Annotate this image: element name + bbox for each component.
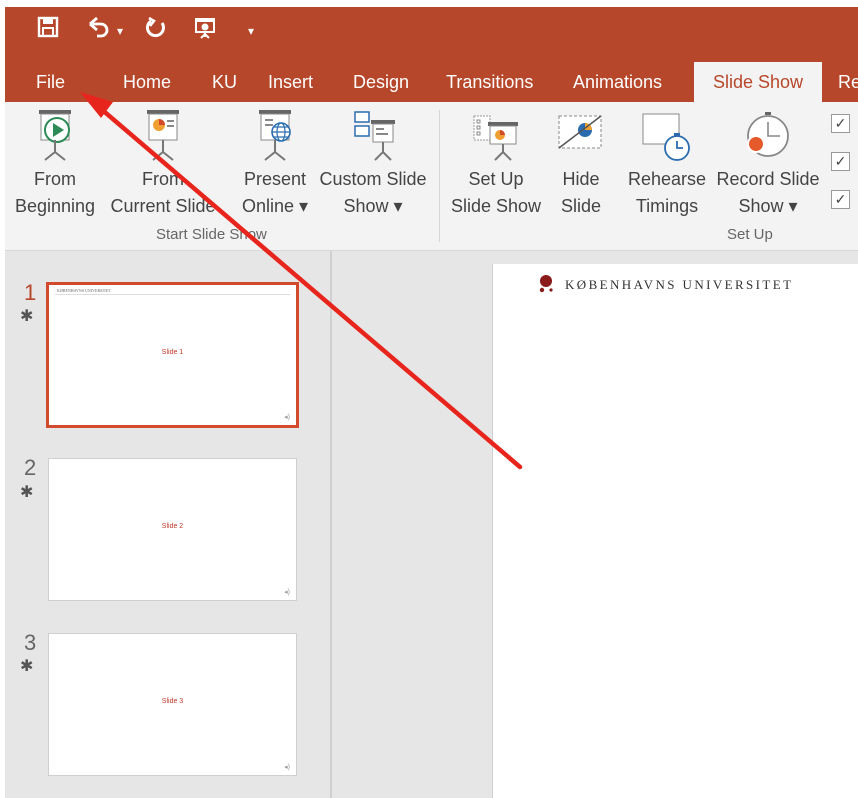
record-line1: Record Slide — [716, 169, 820, 189]
slide-thumbnail-1[interactable]: KØBENHAVNS UNIVERSITET Slide 1 ◂) — [46, 282, 299, 428]
hide-slide-line1: Hide — [562, 169, 600, 189]
slide-canvas[interactable] — [492, 264, 858, 798]
ku-seal-logo — [539, 275, 553, 293]
slide-thumbnail-2[interactable]: Slide 2 ◂) — [48, 458, 297, 601]
rehearse-line1: Rehearse — [627, 169, 707, 189]
hide-slide-button[interactable]: Hide Slide — [551, 102, 611, 220]
from-current-slide-button[interactable]: From Current Slide — [101, 102, 225, 220]
start-slide-show-group-label: Start Slide Show — [156, 226, 267, 243]
thumb-header-rule — [55, 294, 290, 295]
tab-design[interactable]: Design — [353, 62, 409, 102]
set-up-group-label: Set Up — [727, 226, 773, 243]
thumb-title: Slide 2 — [161, 523, 184, 530]
slide-thumbnail-3[interactable]: Slide 3 ◂) — [48, 633, 297, 776]
customize-qat-icon[interactable]: ▾ — [248, 16, 254, 46]
rehearse-timings-button[interactable]: Rehearse Timings — [623, 102, 711, 220]
record-line2: Show ▾ — [738, 196, 798, 216]
from-beginning-button[interactable]: From Beginning — [9, 102, 101, 220]
record-slide-show-button[interactable]: Record Slide Show ▾ — [709, 102, 827, 220]
ribbon-tabs: File Home KU Insert Design Transitions A… — [5, 62, 858, 102]
record-slide-show-icon — [747, 112, 789, 157]
group-separator — [439, 110, 440, 242]
from-current-line1: From — [142, 169, 184, 189]
custom-slide-show-line2: Show ▾ — [343, 196, 403, 216]
custom-slide-show-icon — [354, 111, 395, 161]
present-online-line2: Online ▾ — [241, 196, 309, 216]
tab-insert[interactable]: Insert — [268, 62, 313, 102]
present-online-line1: Present — [243, 169, 307, 189]
custom-slide-show-button[interactable]: Custom Slide Show ▾ — [311, 102, 435, 220]
animation-star-icon: ✱ — [20, 484, 34, 501]
use-timings-checkbox[interactable]: ✓ — [831, 152, 850, 171]
custom-slide-show-line1: Custom Slide — [319, 169, 427, 189]
title-bar: ▾ ▾ — [5, 7, 858, 62]
hide-slide-line2: Slide — [560, 196, 602, 216]
tab-transitions[interactable]: Transitions — [446, 62, 533, 102]
set-up-slide-show-button[interactable]: Set Up Slide Show — [443, 102, 549, 220]
ribbon: From Beginning From Current Slide Presen… — [5, 102, 858, 251]
from-beginning-line1: From — [34, 169, 76, 189]
animation-star-icon: ✱ — [20, 308, 34, 325]
hide-slide-icon — [558, 115, 602, 149]
from-current-line2: Current Slide — [110, 196, 216, 216]
tab-animations[interactable]: Animations — [573, 62, 662, 102]
undo-dropdown-icon[interactable]: ▾ — [117, 16, 123, 46]
thumb-title: Slide 3 — [161, 698, 184, 705]
present-online-icon — [259, 110, 291, 161]
rehearse-timings-icon — [642, 113, 690, 161]
present-online-button[interactable]: Present Online ▾ — [233, 102, 317, 220]
slide-number: 1 — [24, 280, 37, 305]
tab-review[interactable]: Re — [838, 62, 858, 102]
thumb-title: Slide 1 — [161, 349, 184, 356]
save-icon[interactable] — [37, 16, 59, 46]
present-from-current-icon — [147, 110, 179, 161]
rehearse-line2: Timings — [635, 196, 699, 216]
speaker-icon: ◂) — [284, 414, 290, 421]
redo-icon[interactable] — [145, 16, 169, 48]
ku-brand-text: KØBENHAVNS UNIVERSITET — [565, 277, 794, 292]
animation-star-icon: ✱ — [20, 658, 34, 675]
slide-number: 2 — [24, 455, 37, 480]
present-from-start-icon[interactable] — [193, 16, 217, 48]
set-up-line2: Slide Show — [450, 196, 542, 216]
undo-icon[interactable] — [85, 16, 111, 46]
tab-ku[interactable]: KU — [212, 62, 237, 102]
set-up-slide-show-icon — [473, 115, 518, 161]
tab-home[interactable]: Home — [123, 62, 171, 102]
play-narrations-checkbox[interactable]: ✓ — [831, 114, 850, 133]
tab-slide-show[interactable]: Slide Show — [694, 62, 822, 102]
slide-number: 3 — [24, 630, 37, 655]
present-from-beginning-icon — [39, 110, 71, 161]
thumb-header: KØBENHAVNS UNIVERSITET — [57, 288, 112, 293]
speaker-icon: ◂) — [284, 589, 290, 596]
set-up-line1: Set Up — [468, 169, 524, 189]
show-media-controls-checkbox[interactable]: ✓ — [831, 190, 850, 209]
from-beginning-line2: Beginning — [14, 196, 96, 216]
speaker-icon: ◂) — [284, 764, 290, 771]
tab-file[interactable]: File — [36, 62, 65, 102]
